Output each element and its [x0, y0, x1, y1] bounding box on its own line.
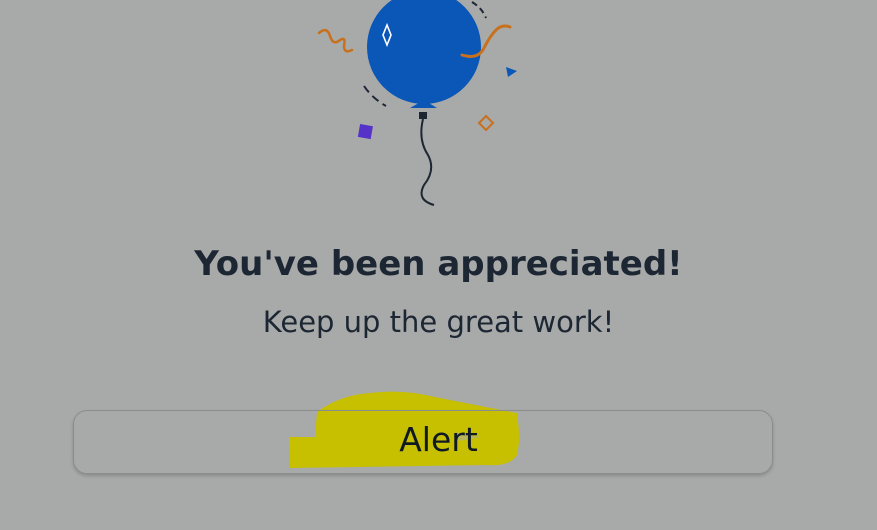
appreciation-dialog: You've been appreciated! Keep up the gre… — [0, 0, 877, 530]
confetti-diamond — [477, 114, 495, 132]
confetti-triangle — [506, 67, 517, 77]
page-subtitle: Keep up the great work! — [262, 305, 615, 339]
dashed-arc-left — [363, 85, 387, 107]
alert-button[interactable] — [73, 410, 773, 474]
balloon-icon — [317, 0, 517, 206]
balloon-string — [420, 118, 435, 206]
dashed-arc-top — [471, 1, 487, 19]
confetti-square — [357, 124, 373, 140]
balloon-body — [367, 0, 481, 104]
page-title: You've been appreciated! — [194, 244, 683, 284]
balloon-clip — [419, 112, 427, 119]
confetti-squiggle-left — [317, 28, 354, 53]
